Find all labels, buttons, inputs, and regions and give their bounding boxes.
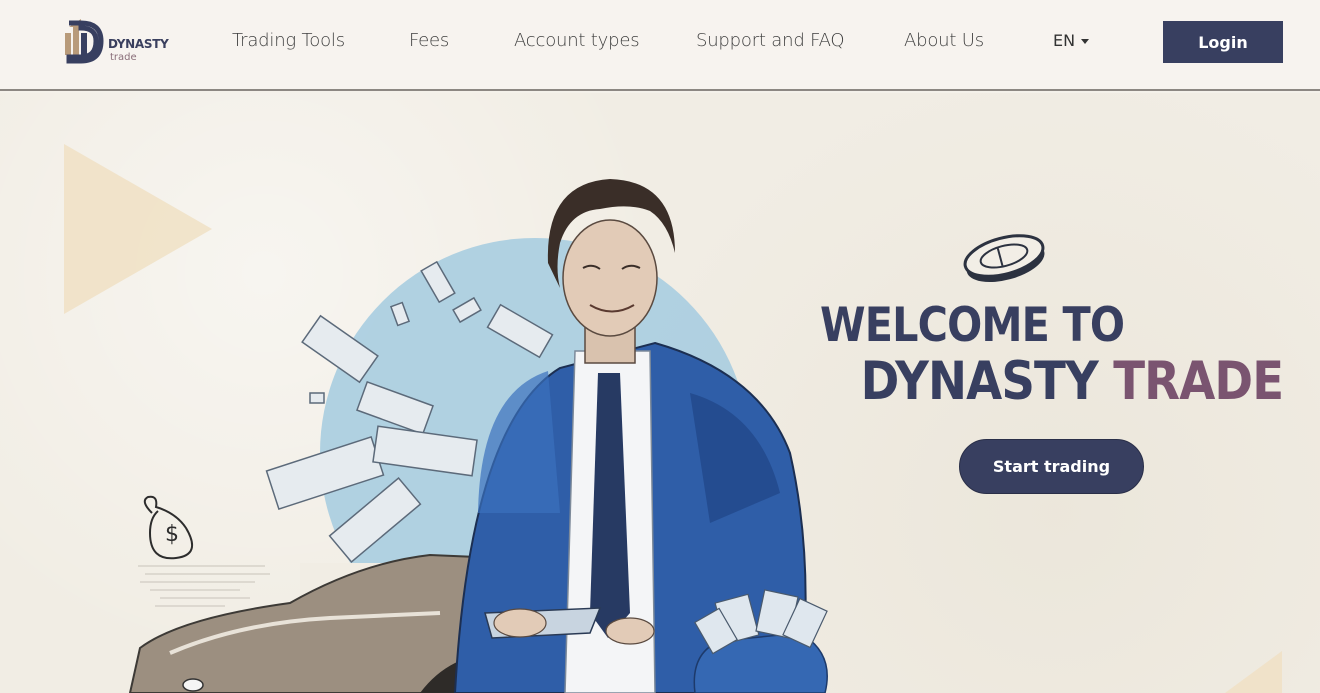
nav-about-us[interactable]: About Us (904, 30, 984, 51)
triangle-decoration (64, 144, 212, 314)
language-value: EN (1053, 31, 1076, 50)
brand-heading: DYNASTY TRADE (860, 351, 1283, 412)
logo[interactable]: DYNASTY trade (63, 19, 173, 67)
site-header: DYNASTY trade Trading Tools Fees Account… (0, 0, 1320, 91)
money-bag-icon: $ (143, 495, 194, 560)
nav-fees[interactable]: Fees (409, 30, 449, 51)
svg-text:$: $ (165, 522, 179, 547)
language-selector[interactable]: EN (1053, 31, 1090, 50)
nav-trading-tools[interactable]: Trading Tools (232, 30, 345, 51)
logo-subtitle: trade (110, 52, 137, 63)
logo-name: DYNASTY (108, 37, 169, 51)
corner-triangle-decoration (1225, 651, 1282, 693)
caret-down-icon (1081, 39, 1090, 44)
welcome-heading: WELCOME TO (820, 298, 1125, 353)
brand-part-dynasty: DYNASTY (860, 351, 1098, 412)
start-trading-button[interactable]: Start trading (959, 439, 1144, 494)
nav-support-faq[interactable]: Support and FAQ (696, 30, 845, 51)
coin-icon (963, 234, 1045, 283)
logo-mark-icon (65, 19, 104, 64)
brand-part-trade: TRADE (1112, 351, 1284, 412)
nav-account-types[interactable]: Account types (514, 30, 640, 51)
hero-section: $ WELCOME TO DYNASTY TRADE Start trading (0, 93, 1320, 693)
login-button[interactable]: Login (1163, 21, 1283, 63)
